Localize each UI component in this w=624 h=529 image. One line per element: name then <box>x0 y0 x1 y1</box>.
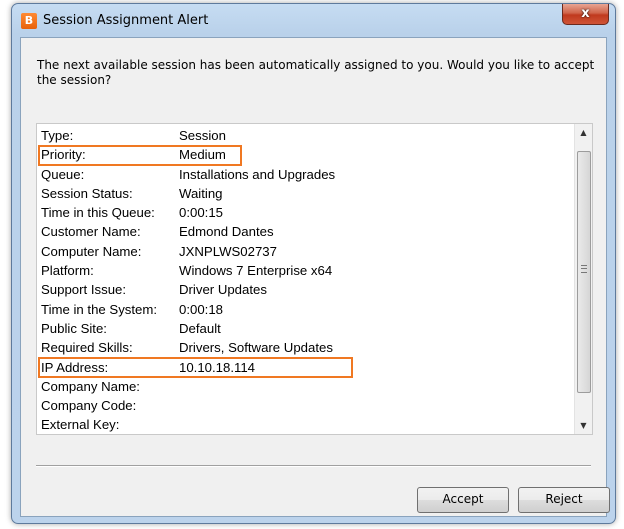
scrollbar-thumb[interactable] <box>577 151 591 393</box>
detail-row-queue: Queue: Installations and Upgrades <box>39 165 569 184</box>
detail-row-external-key: External Key: <box>39 415 569 434</box>
detail-row-company-code: Company Code: <box>39 396 569 415</box>
detail-value: 0:00:18 <box>179 301 223 317</box>
detail-row-ip-address: IP Address: 10.10.18.114 <box>39 358 569 377</box>
detail-row-platform: Platform: Windows 7 Enterprise x64 <box>39 261 569 280</box>
detail-row-company-name: Company Name: <box>39 377 569 396</box>
detail-label: Platform: <box>41 263 94 279</box>
detail-value: Driver Updates <box>179 282 267 298</box>
detail-row-computer-name: Computer Name: JXNPLWS02737 <box>39 242 569 261</box>
scroll-up-arrow-icon[interactable]: ▲ <box>575 124 592 141</box>
detail-label: Priority: <box>41 147 86 163</box>
title-bar[interactable]: B Session Assignment Alert x <box>12 4 615 38</box>
detail-row-time-in-system: Time in the System: 0:00:18 <box>39 300 569 319</box>
detail-label: Company Name: <box>41 378 140 394</box>
detail-row-support-issue: Support Issue: Driver Updates <box>39 280 569 299</box>
detail-value: Drivers, Software Updates <box>179 340 333 356</box>
session-details-list[interactable]: Type: Session Priority: Medium Queue: In… <box>36 123 593 435</box>
detail-row-priority: Priority: Medium <box>39 145 569 164</box>
detail-value: Default <box>179 320 221 336</box>
detail-label: Public Site: <box>41 320 107 336</box>
window-title: Session Assignment Alert <box>43 13 209 28</box>
detail-row-public-site: Public Site: Default <box>39 319 569 338</box>
detail-label: Session Status: <box>41 185 133 201</box>
detail-label: Required Skills: <box>41 340 133 356</box>
detail-label: Company Code: <box>41 398 137 414</box>
detail-row-session-status: Session Status: Waiting <box>39 184 569 203</box>
detail-row-customer-name: Customer Name: Edmond Dantes <box>39 222 569 241</box>
detail-value: Windows 7 Enterprise x64 <box>179 263 333 279</box>
detail-label: Computer Name: <box>41 243 142 259</box>
detail-value: Waiting <box>179 185 223 201</box>
detail-row-required-skills: Required Skills: Drivers, Software Updat… <box>39 338 569 357</box>
detail-label: Queue: <box>41 166 85 182</box>
detail-row-time-in-queue: Time in this Queue: 0:00:15 <box>39 203 569 222</box>
app-logo-icon: B <box>21 13 37 29</box>
detail-value: 10.10.18.114 <box>179 359 256 375</box>
detail-label: IP Address: <box>41 359 109 375</box>
detail-label: Customer Name: <box>41 224 141 240</box>
reject-button[interactable]: Reject <box>518 487 610 513</box>
detail-label: Support Issue: <box>41 282 127 298</box>
detail-value: Edmond Dantes <box>179 224 274 240</box>
separator-line <box>36 465 591 467</box>
detail-value: JXNPLWS02737 <box>179 243 277 259</box>
detail-label: Time in the System: <box>41 301 158 317</box>
detail-label: Time in this Queue: <box>41 205 155 221</box>
close-icon: x <box>581 6 590 21</box>
alert-message: The next available session has been auto… <box>37 58 595 87</box>
dialog-window: B Session Assignment Alert x The next av… <box>11 3 616 524</box>
detail-value: 0:00:15 <box>179 205 223 221</box>
detail-label: External Key: <box>41 417 120 433</box>
detail-value: Session <box>179 128 226 143</box>
scrollbar-grip-icon <box>581 265 587 273</box>
details-rows: Type: Session Priority: Medium Queue: In… <box>39 126 569 434</box>
detail-value: Installations and Upgrades <box>179 166 336 182</box>
dialog-body: The next available session has been auto… <box>20 37 610 517</box>
accept-button[interactable]: Accept <box>417 487 509 513</box>
close-button[interactable]: x <box>562 4 609 25</box>
vertical-scrollbar[interactable]: ▲ ▼ <box>574 124 592 434</box>
detail-value: Medium <box>179 147 226 163</box>
detail-row-type: Type: Session <box>39 126 569 145</box>
scroll-down-arrow-icon[interactable]: ▼ <box>575 417 592 434</box>
detail-label: Type: <box>41 128 74 143</box>
